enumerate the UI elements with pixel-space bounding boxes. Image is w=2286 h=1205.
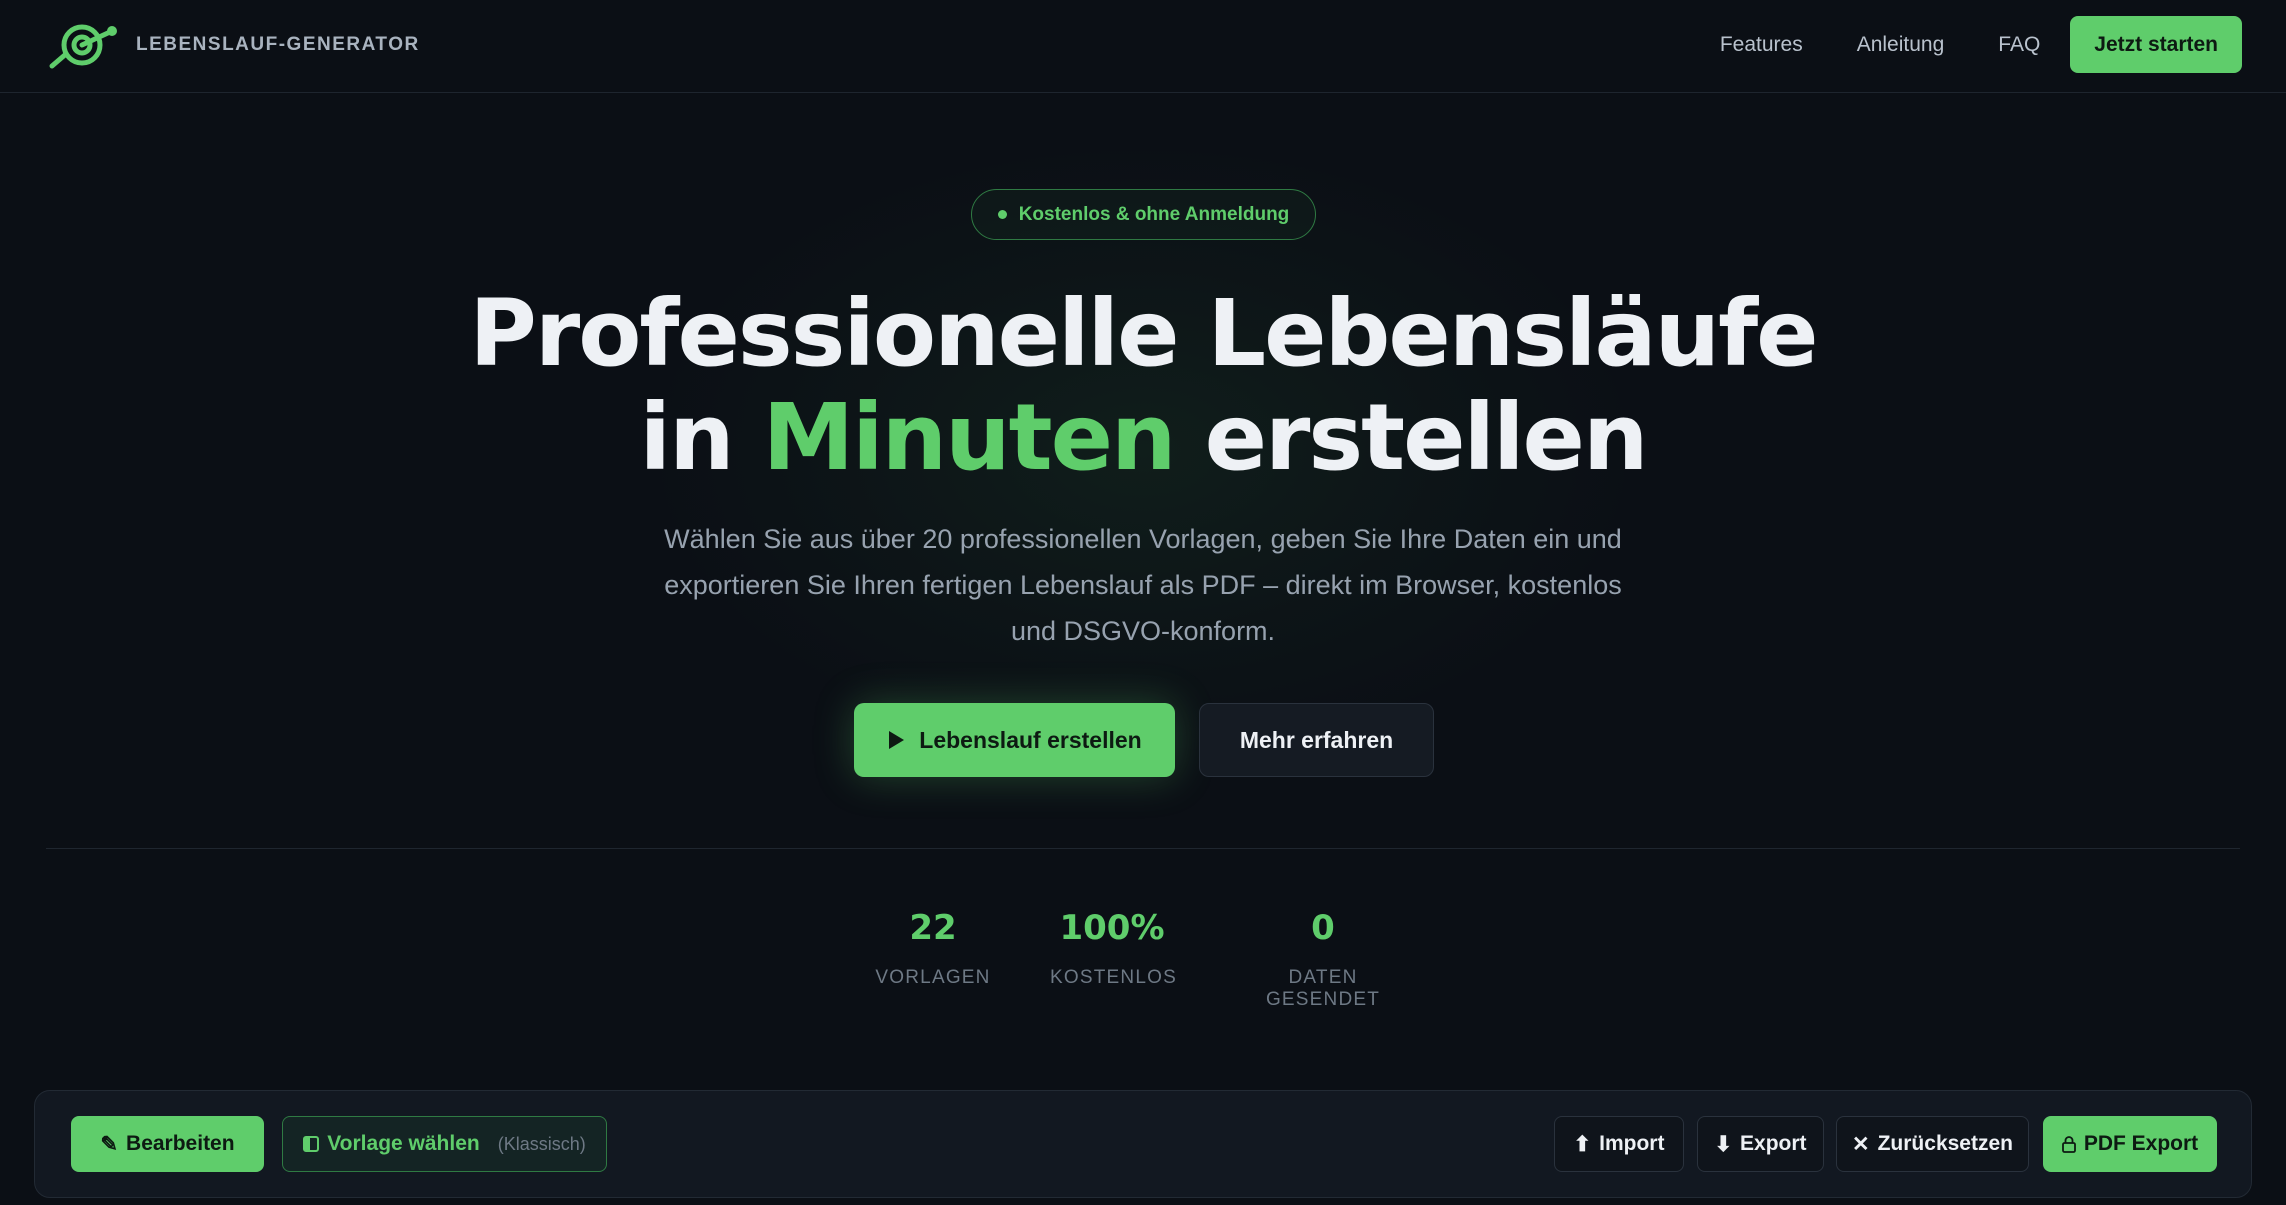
start-now-button[interactable]: Jetzt starten [2070, 16, 2242, 73]
reset-button[interactable]: ✕ Zurücksetzen [1836, 1116, 2029, 1172]
hero-headline: Professionelle Lebensläufe in Minuten er… [0, 282, 2286, 490]
editor-toolbar: ✎ Bearbeiten Vorlage wählen (Klassisch) … [34, 1090, 2252, 1198]
target-logo-icon [49, 24, 117, 69]
create-resume-button[interactable]: Lebenslauf erstellen [854, 703, 1175, 777]
learn-more-button[interactable]: Mehr erfahren [1199, 703, 1434, 777]
arrow-down-icon: ⬇ [1714, 1132, 1733, 1156]
export-label: Export [1740, 1132, 1807, 1155]
stat-value: 22 [909, 908, 957, 948]
choose-template-button[interactable]: Vorlage wählen (Klassisch) [282, 1116, 607, 1172]
stat-label: VORLAGEN [875, 967, 991, 988]
pdf-export-label: PDF Export [2083, 1132, 2199, 1155]
reset-label: Zurücksetzen [1877, 1132, 2013, 1155]
stat-templates: 22 VORLAGEN [872, 905, 994, 989]
headline-in: in [639, 384, 735, 491]
import-label: Import [1599, 1132, 1665, 1155]
headline-end: erstellen [1204, 384, 1649, 491]
headline-accent: Minuten [762, 384, 1177, 491]
choose-template-label: Vorlage wählen [327, 1132, 480, 1155]
export-button[interactable]: ⬇ Export [1697, 1116, 1824, 1172]
nav-links: Features Anleitung FAQ Jetzt starten [1720, 16, 2242, 73]
headline-line1: Professionelle Lebensläufe [469, 280, 1818, 387]
arrow-up-icon: ⬆ [1573, 1132, 1592, 1156]
stat-value: 0 [1311, 908, 1335, 948]
dot-icon [997, 210, 1007, 219]
brand[interactable]: LEBENSLAUF-GENERATOR [46, 18, 420, 72]
create-resume-label: Lebenslauf erstellen [919, 726, 1142, 753]
pencil-icon: ✎ [100, 1132, 119, 1156]
stat-label: DATEN GESENDET [1265, 967, 1381, 1010]
close-icon: ✕ [1852, 1132, 1870, 1156]
layout-icon [303, 1136, 320, 1152]
current-template: (Klassisch) [497, 1133, 586, 1154]
import-button[interactable]: ⬆ Import [1554, 1116, 1684, 1172]
edit-button[interactable]: ✎ Bearbeiten [71, 1116, 264, 1172]
edit-label: Bearbeiten [126, 1132, 235, 1155]
free-badge: Kostenlos & ohne Anmeldung [971, 189, 1316, 240]
pdf-export-button[interactable]: PDF Export [2043, 1116, 2217, 1172]
brand-name: LEBENSLAUF-GENERATOR [136, 34, 420, 55]
stat-data-sent: 0 DATEN GESENDET [1234, 905, 1412, 1011]
lock-icon [2061, 1135, 2076, 1153]
hero-subtitle: Wählen Sie aus über 20 professionellen V… [664, 524, 1622, 646]
stat-free: 100% KOSTENLOS [1050, 905, 1177, 989]
stat-value: 100% [1059, 908, 1165, 948]
play-icon [889, 731, 905, 749]
nav-link-anleitung[interactable]: Anleitung [1857, 33, 1945, 57]
nav-link-faq[interactable]: FAQ [1998, 33, 2040, 57]
stat-label: KOSTENLOS [1050, 967, 1177, 988]
badge-text: Kostenlos & ohne Anmeldung [1018, 203, 1290, 225]
section-divider [46, 848, 2240, 849]
top-navigation: LEBENSLAUF-GENERATOR Features Anleitung … [0, 0, 2286, 93]
nav-link-features[interactable]: Features [1720, 33, 1803, 57]
